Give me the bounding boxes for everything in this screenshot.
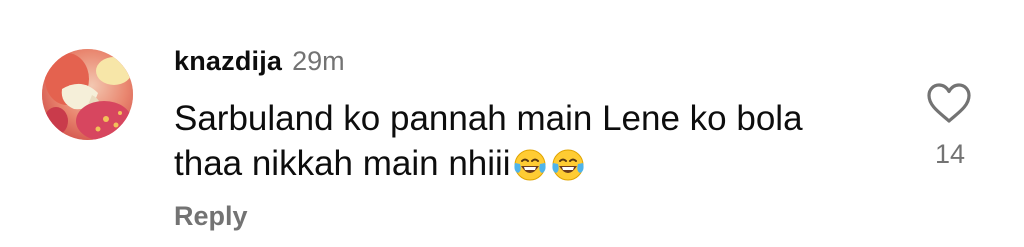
avatar[interactable]: [42, 49, 133, 140]
comment-item: knazdija 29m Sarbuland ko pannah main Le…: [0, 0, 1024, 247]
comment-text-line: Sarbuland ko pannah main Lene ko bola: [174, 99, 803, 138]
comment-text-segment: thaa nikkah main nhiii: [174, 144, 511, 183]
heart-outline-icon[interactable]: [926, 82, 972, 124]
reply-button[interactable]: Reply: [174, 201, 248, 232]
comment-text-line: thaa nikkah main nhiii: [174, 141, 874, 192]
like-count: 14: [934, 139, 966, 169]
username-link[interactable]: knazdija: [174, 46, 282, 77]
face-with-tears-of-joy-icon: [514, 149, 546, 181]
avatar-image: [42, 49, 133, 140]
emoji-group: [512, 147, 588, 192]
timestamp: 29m: [292, 46, 345, 76]
comment-meta: knazdija 29m: [174, 46, 345, 82]
like-area: 14: [922, 82, 978, 182]
face-with-tears-of-joy-icon: [552, 149, 584, 181]
comment-text: Sarbuland ko pannah main Lene ko bola th…: [174, 96, 874, 192]
